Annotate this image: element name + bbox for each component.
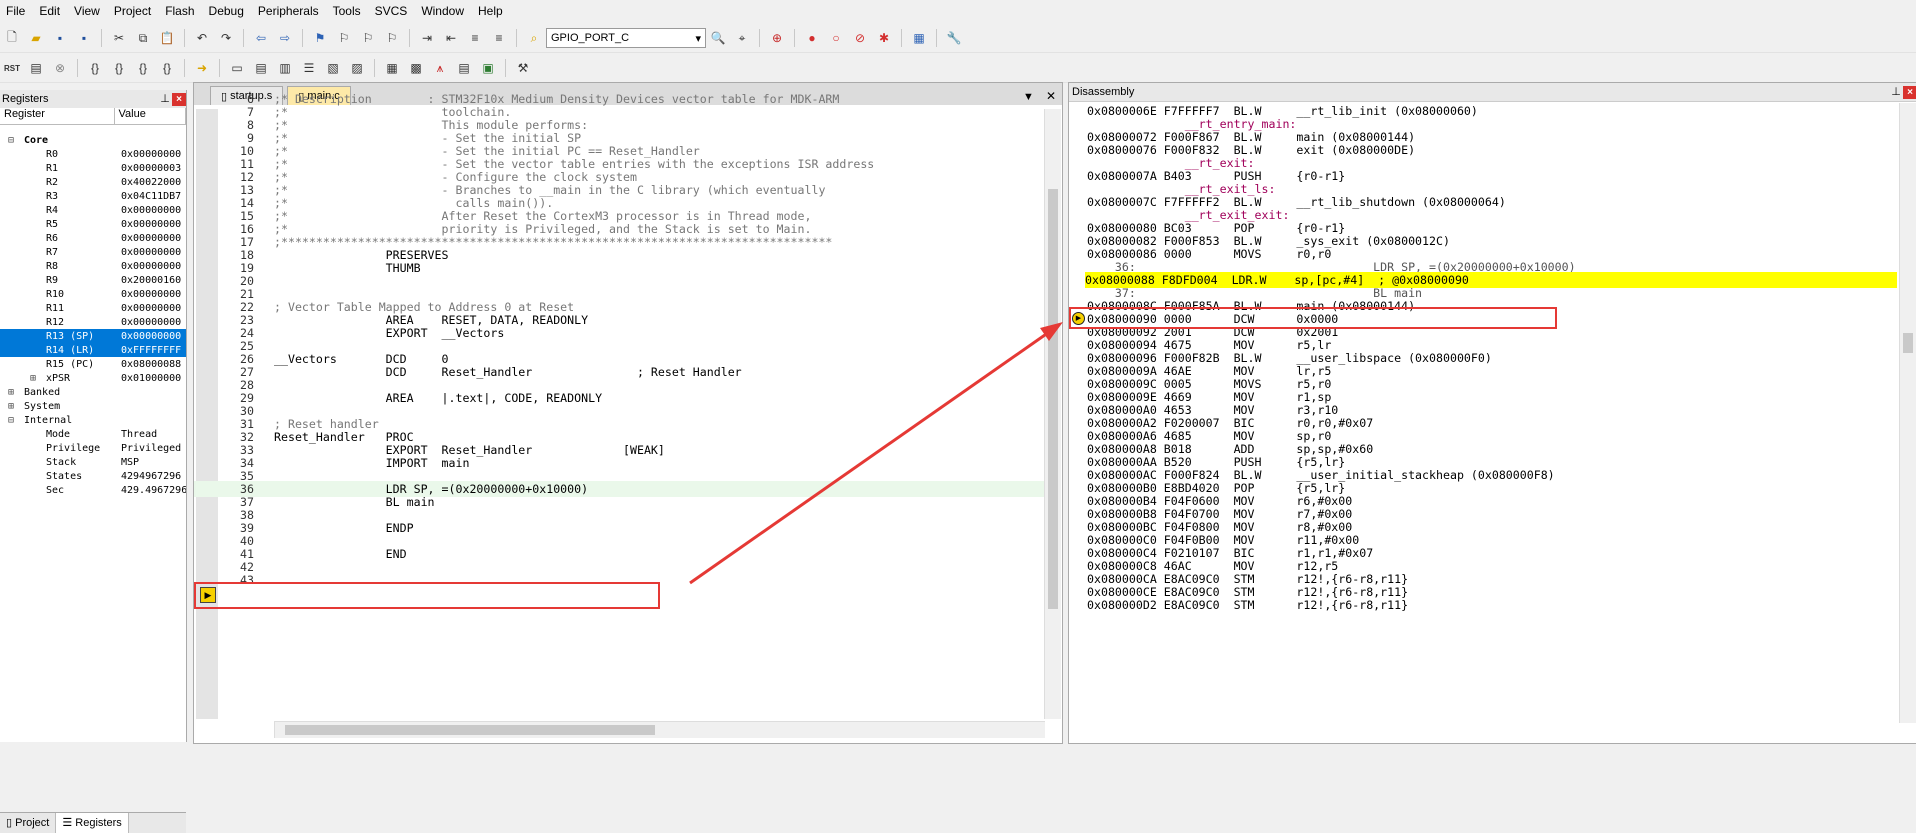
annotation-arrow-head [1040, 322, 1063, 341]
tab-registers-label: Registers [75, 817, 122, 829]
tab-registers[interactable]: ☰ Registers [56, 813, 129, 833]
tab-project-label: Project [15, 817, 50, 829]
annotation-arrow [689, 322, 1063, 585]
annotation-arrow-line [689, 328, 1053, 585]
panel-tabs: ▯ Project ☰ Registers [0, 812, 186, 833]
tab-project[interactable]: ▯ Project [0, 813, 57, 833]
